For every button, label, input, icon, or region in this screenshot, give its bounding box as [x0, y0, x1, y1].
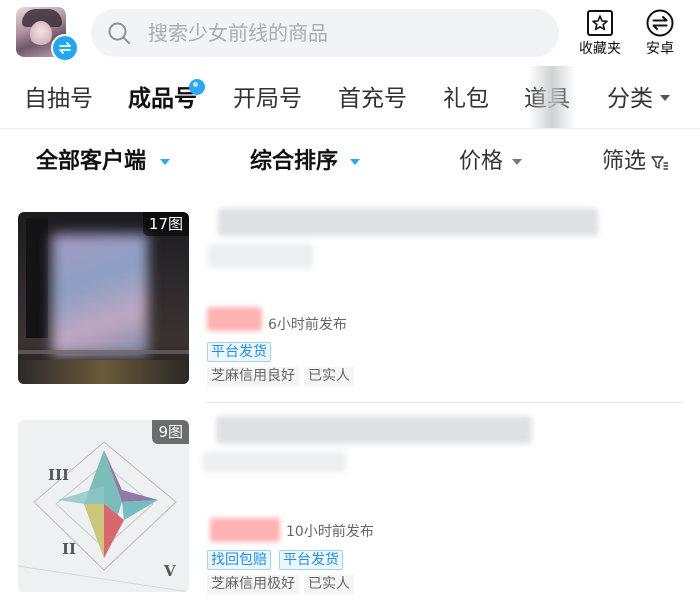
subtitle-blurred — [203, 452, 346, 472]
platform-switch-button[interactable]: 安卓 — [630, 8, 690, 62]
thumb-blurred-character — [52, 234, 148, 356]
client-caret-icon — [160, 159, 170, 165]
sort-caret-icon — [350, 159, 360, 165]
tab-scroll-fade — [528, 66, 576, 128]
client-filter[interactable]: 全部客户端 — [36, 147, 146, 177]
top-header: 搜索少女前线的商品 收藏夹 安卓 — [0, 0, 700, 70]
search-placeholder: 搜索少女前线的商品 — [148, 21, 328, 45]
credit-tag: 芝麻信用极好 — [207, 575, 299, 594]
funnel-icon[interactable] — [651, 155, 669, 171]
search-input[interactable]: 搜索少女前线的商品 — [91, 9, 559, 57]
radar-chart-image: III II V — [18, 420, 189, 592]
switch-game-icon[interactable] — [51, 34, 79, 62]
tab-gift-pack[interactable]: 礼包 — [443, 84, 489, 114]
listing-card[interactable]: III II V 9图 10小时前发布 找回包赔 平台发货 芝麻信用极好 已实人 — [0, 416, 700, 596]
sort-filter[interactable]: 综合排序 — [250, 147, 338, 177]
listing-card[interactable]: 17图 6小时前发布 平台发货 芝麻信用良好 已实人 — [0, 208, 700, 392]
filter-bar: 全部客户端 综合排序 价格 筛选 — [0, 130, 700, 194]
list-divider — [205, 402, 682, 403]
verified-tag: 已实人 — [304, 367, 354, 386]
tab-self-draw[interactable]: 自抽号 — [24, 84, 93, 114]
roman-numeral-ii: II — [62, 540, 76, 558]
credit-tag: 芝麻信用良好 — [207, 367, 299, 386]
tab-starter-account[interactable]: 开局号 — [233, 84, 302, 114]
chevron-down-icon[interactable] — [660, 95, 670, 101]
service-tag: 平台发货 — [279, 550, 343, 570]
listing-thumbnail[interactable]: 17图 — [18, 212, 189, 384]
image-count-badge: 9图 — [152, 420, 189, 444]
service-tag: 平台发货 — [207, 342, 271, 362]
image-count-badge: 17图 — [142, 212, 189, 236]
avatar-face — [30, 21, 52, 47]
thumb-bottom-art — [18, 360, 189, 384]
posted-time: 6小时前发布 — [268, 317, 347, 333]
favorites-label: 收藏夹 — [579, 41, 621, 57]
screen-filter[interactable]: 筛选 — [602, 147, 646, 177]
roman-numeral-v: V — [163, 562, 176, 580]
search-icon — [108, 22, 130, 44]
guarantee-tag: 找回包赔 — [207, 550, 271, 570]
thumb-caption-line — [18, 350, 189, 354]
category-tabs: 自抽号 成品号 开局号 首充号 礼包 道具 分类 — [0, 74, 700, 129]
favorites-button[interactable]: 收藏夹 — [570, 8, 630, 62]
swap-circle-icon — [646, 9, 674, 37]
platform-label: 安卓 — [646, 41, 674, 57]
price-caret-icon — [512, 159, 522, 165]
price-blurred — [207, 307, 262, 331]
tab-finished-account[interactable]: 成品号 — [128, 84, 197, 114]
verified-tag: 已实人 — [304, 575, 354, 594]
new-badge-dot — [189, 79, 205, 95]
thumb-dark-panel — [26, 218, 48, 338]
posted-time: 10小时前发布 — [286, 524, 374, 540]
listing-thumbnail[interactable]: III II V 9图 — [18, 420, 189, 592]
tab-first-charge[interactable]: 首充号 — [338, 84, 407, 114]
price-filter[interactable]: 价格 — [459, 147, 503, 177]
roman-numeral-iii: III — [48, 466, 69, 484]
tab-categories[interactable]: 分类 — [607, 84, 653, 114]
star-box-icon — [587, 10, 613, 36]
title-blurred — [216, 416, 532, 444]
subtitle-blurred — [208, 244, 313, 268]
price-blurred — [210, 518, 280, 542]
title-blurred — [218, 208, 598, 236]
